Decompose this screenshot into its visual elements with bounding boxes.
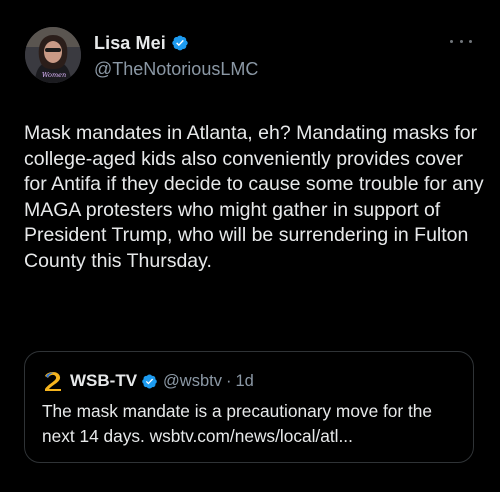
quoted-verified-badge-icon <box>142 374 157 388</box>
quoted-display-name: WSB-TV <box>70 371 138 390</box>
quoted-tweet-header: WSB-TV @wsbtv · 1d <box>42 370 254 392</box>
author-block: Lisa Mei @TheNotoriousLMC <box>94 31 258 80</box>
quoted-tweet-card[interactable]: WSB-TV @wsbtv · 1d The mask mandate is a… <box>24 351 474 463</box>
wsb-logo-icon <box>45 372 61 391</box>
avatar-text: Women <box>42 71 66 79</box>
tweet-body-text: Mask mandates in Atlanta, eh? Mandating … <box>24 122 484 272</box>
author-avatar[interactable]: Women <box>25 27 81 83</box>
quoted-handle: @wsbtv <box>163 371 222 390</box>
avatar-image: Women <box>25 27 81 83</box>
verified-badge-icon <box>172 35 188 51</box>
more-dot <box>459 39 463 43</box>
tweet: Women Lisa Mei @TheNotoriousLMC Mask man… <box>0 0 500 492</box>
quoted-timestamp: 1d <box>235 371 254 390</box>
quoted-tweet-text: The mask mandate is a precautionary move… <box>42 401 432 446</box>
author-display-name[interactable]: Lisa Mei <box>94 33 166 54</box>
more-options-icon[interactable] <box>450 36 472 46</box>
more-dot <box>469 39 472 43</box>
more-dot <box>450 39 453 43</box>
quoted-separator: · <box>225 371 232 390</box>
author-name-row: Lisa Mei <box>94 31 258 55</box>
author-handle[interactable]: @TheNotoriousLMC <box>94 59 258 80</box>
